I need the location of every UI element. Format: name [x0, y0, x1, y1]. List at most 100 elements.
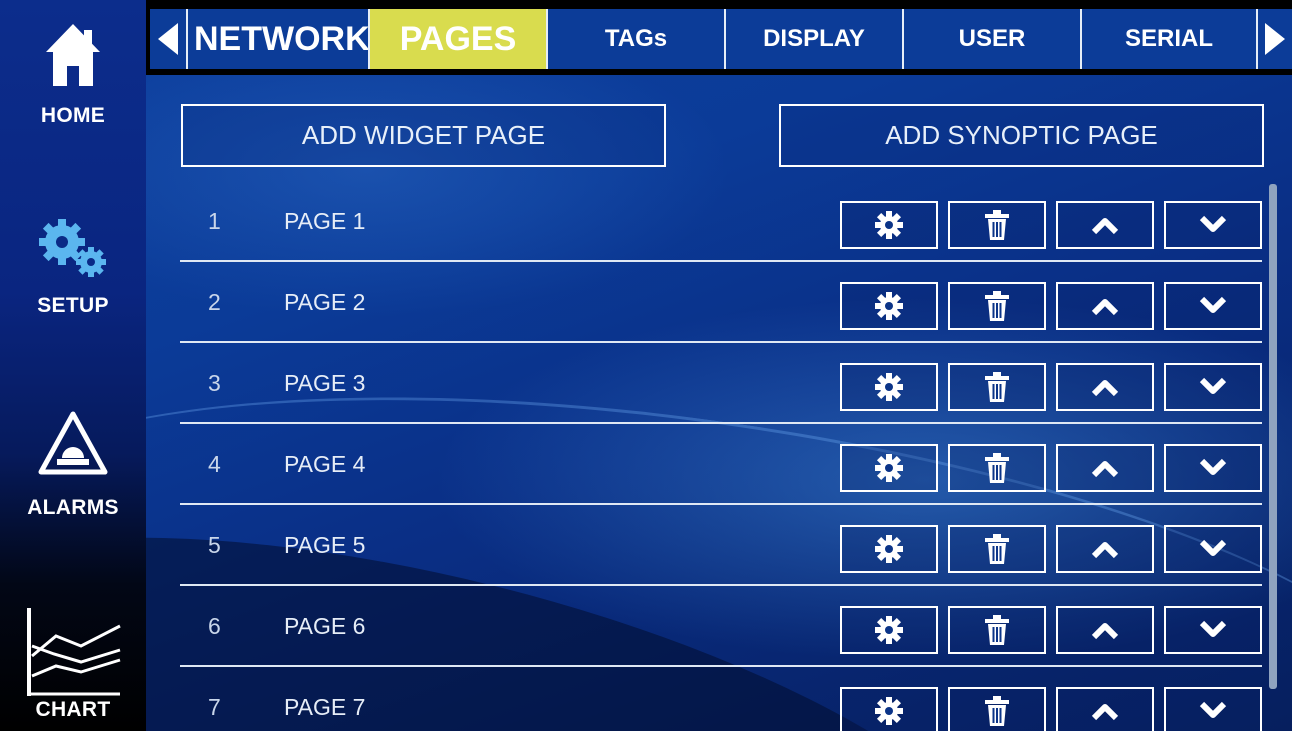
page-row[interactable]: 2 PAGE 2 [180, 262, 1262, 343]
line-chart-icon [27, 608, 121, 696]
page-row[interactable]: 6 PAGE 6 [180, 586, 1262, 667]
page-number: 1 [208, 208, 221, 234]
move-down-button[interactable] [1164, 525, 1262, 573]
chevron-up-icon [1091, 377, 1119, 397]
gear-icon [874, 210, 904, 240]
sidebar-item-chart[interactable]: CHART [0, 600, 146, 731]
page-name: PAGE 1 [284, 208, 366, 234]
tab-network[interactable]: NETWORK [186, 9, 370, 69]
page-number: 6 [208, 613, 221, 639]
move-down-button[interactable] [1164, 282, 1262, 330]
page-row[interactable]: 5 PAGE 5 [180, 505, 1262, 586]
delete-page-button[interactable] [948, 363, 1046, 411]
delete-page-button[interactable] [948, 201, 1046, 249]
main-panel: NETWORK PAGES TAGs DISPLAY USER SERIAL A… [146, 0, 1292, 731]
sidebar-item-alarms[interactable]: ALARMS [0, 390, 146, 540]
tab-pages[interactable]: PAGES [368, 9, 546, 69]
move-up-button[interactable] [1056, 525, 1154, 573]
sidebar-item-label: ALARMS [27, 496, 119, 519]
page-settings-button[interactable] [840, 201, 938, 249]
page-number: 2 [208, 289, 221, 315]
page-number: 5 [208, 532, 221, 558]
page-row[interactable]: 3 PAGE 3 [180, 343, 1262, 424]
page-settings-button[interactable] [840, 363, 938, 411]
page-number: 7 [208, 694, 221, 720]
add-synoptic-page-button[interactable]: ADD SYNOPTIC PAGE [779, 104, 1264, 167]
page-settings-button[interactable] [840, 525, 938, 573]
tab-display[interactable]: DISPLAY [724, 9, 902, 69]
trash-icon [984, 452, 1010, 484]
chevron-down-icon [1199, 539, 1227, 559]
page-number: 4 [208, 451, 221, 477]
gear-icon [874, 534, 904, 564]
gear-icon [874, 291, 904, 321]
tab-bar: NETWORK PAGES TAGs DISPLAY USER SERIAL [146, 0, 1292, 75]
home-icon [46, 24, 100, 86]
tab-serial[interactable]: SERIAL [1080, 9, 1256, 69]
page-settings-button[interactable] [840, 687, 938, 731]
page-name: PAGE 6 [284, 613, 366, 639]
page-name: PAGE 5 [284, 532, 366, 558]
page-settings-button[interactable] [840, 444, 938, 492]
chevron-down-icon [1199, 296, 1227, 316]
chevron-up-icon [1091, 215, 1119, 235]
delete-page-button[interactable] [948, 606, 1046, 654]
sidebar: HOME SETUP ALARMS CHART [0, 0, 146, 731]
trash-icon [984, 695, 1010, 727]
sidebar-item-setup[interactable]: SETUP [0, 180, 146, 360]
triangle-left-icon [158, 23, 178, 55]
page-settings-button[interactable] [840, 606, 938, 654]
tab-tags[interactable]: TAGs [546, 9, 724, 69]
gear-icon [874, 372, 904, 402]
page-number: 3 [208, 370, 221, 396]
move-down-button[interactable] [1164, 606, 1262, 654]
page-name: PAGE 7 [284, 694, 366, 720]
gear-icon [874, 615, 904, 645]
move-down-button[interactable] [1164, 363, 1262, 411]
tab-user[interactable]: USER [902, 9, 1080, 69]
page-name: PAGE 2 [284, 289, 366, 315]
page-name: PAGE 3 [284, 370, 366, 396]
trash-icon [984, 290, 1010, 322]
chevron-down-icon [1199, 377, 1227, 397]
move-down-button[interactable] [1164, 444, 1262, 492]
move-up-button[interactable] [1056, 687, 1154, 731]
trash-icon [984, 614, 1010, 646]
page-settings-button[interactable] [840, 282, 938, 330]
list-scrollbar[interactable] [1269, 184, 1277, 689]
trash-icon [984, 371, 1010, 403]
chevron-up-icon [1091, 458, 1119, 478]
chevron-down-icon [1199, 701, 1227, 721]
chevron-down-icon [1199, 215, 1227, 235]
page-row[interactable]: 7 PAGE 7 [180, 667, 1262, 731]
move-up-button[interactable] [1056, 606, 1154, 654]
sidebar-item-home[interactable]: HOME [0, 0, 146, 180]
trash-icon [984, 533, 1010, 565]
tab-scroll-left-button[interactable] [150, 9, 186, 69]
move-up-button[interactable] [1056, 282, 1154, 330]
delete-page-button[interactable] [948, 282, 1046, 330]
chevron-up-icon [1091, 620, 1119, 640]
delete-page-button[interactable] [948, 525, 1046, 573]
chevron-up-icon [1091, 296, 1119, 316]
gear-icon [874, 453, 904, 483]
chevron-up-icon [1091, 701, 1119, 721]
move-up-button[interactable] [1056, 201, 1154, 249]
move-down-button[interactable] [1164, 687, 1262, 731]
delete-page-button[interactable] [948, 687, 1046, 731]
page-row[interactable]: 1 PAGE 1 [180, 181, 1262, 262]
move-down-button[interactable] [1164, 201, 1262, 249]
gears-icon [39, 219, 106, 277]
triangle-right-icon [1265, 23, 1285, 55]
tab-scroll-right-button[interactable] [1256, 9, 1292, 69]
move-up-button[interactable] [1056, 444, 1154, 492]
alarm-beacon-icon [38, 411, 108, 475]
delete-page-button[interactable] [948, 444, 1046, 492]
trash-icon [984, 209, 1010, 241]
move-up-button[interactable] [1056, 363, 1154, 411]
chevron-up-icon [1091, 539, 1119, 559]
add-widget-page-button[interactable]: ADD WIDGET PAGE [181, 104, 666, 167]
sidebar-item-label: CHART [35, 698, 111, 721]
page-row[interactable]: 4 PAGE 4 [180, 424, 1262, 505]
chevron-down-icon [1199, 458, 1227, 478]
